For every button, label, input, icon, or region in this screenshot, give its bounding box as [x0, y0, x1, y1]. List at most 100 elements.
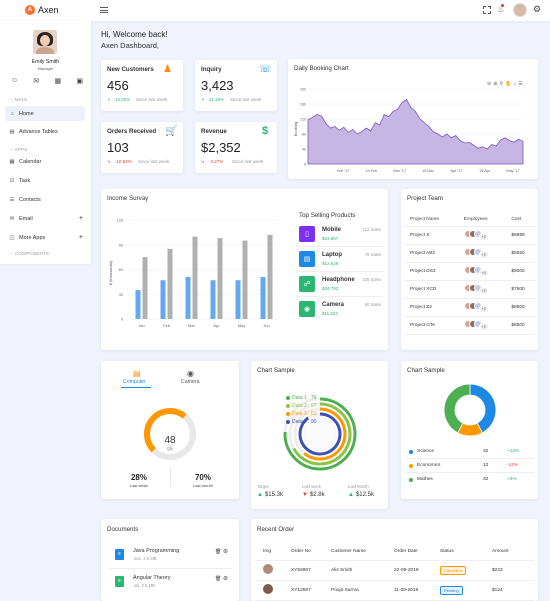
column-header: Project Name	[404, 213, 458, 227]
income-survay-card: Income Survay 120 90 60 30 0 Jan Feb Mar Apr May J…	[101, 189, 388, 350]
table-row[interactable]: Project X +2 $8999	[404, 226, 535, 245]
legend-dot	[409, 450, 413, 454]
more-count: +2	[478, 232, 489, 241]
project-team-table: Project Name Employees Cost Project X +2…	[404, 213, 535, 335]
document-item[interactable]: ≡ Java Programming .doc, 4.5 MB 🗑 ⊛	[109, 543, 231, 569]
sidebar-item-label: Advance Tables	[19, 128, 58, 135]
legend-item: Data 1 : 76	[286, 394, 316, 402]
table-row[interactable]: Project AB2 +2 $5550	[404, 244, 535, 263]
sidebar-item-home[interactable]: ⌂ Home	[5, 106, 85, 121]
download-icon[interactable]: ⊛	[223, 548, 228, 555]
download-icon[interactable]: ⊛	[223, 575, 228, 582]
product-sales: 112 Sales	[362, 227, 381, 232]
y-tick-label: 60	[119, 268, 123, 272]
chart-sample-donut-card: Chart Sample Science 32 +12% Economics 1…	[401, 361, 538, 499]
stat-card-new-customers: New Customers ♟ 456 ➚ 10.32% Since last …	[101, 60, 183, 111]
product-name: Laptop	[322, 252, 342, 258]
lock-icon[interactable]: ▣	[76, 77, 83, 85]
order-amount: $223	[484, 560, 534, 581]
arrow-down-icon: ▼	[302, 492, 308, 498]
document-meta: .doc, 4.5 MB	[133, 556, 157, 561]
user-avatar[interactable]	[513, 3, 527, 17]
sidebar-item-contacts[interactable]: ☰ Contacts	[5, 192, 85, 207]
project-cost: $9000	[505, 262, 535, 281]
stat-title: Orders Received	[107, 128, 157, 135]
gauge-value: 48	[164, 435, 176, 446]
footer-stat: ▲ $12.5k	[348, 492, 374, 498]
sidebar-item-task[interactable]: ☑ Task	[5, 173, 85, 188]
mail-icon[interactable]: ✉	[33, 77, 39, 85]
stat-change: -10.64%	[115, 159, 132, 164]
footer-label: Last week	[302, 484, 321, 489]
sidebar-item-more-apps[interactable]: ◫ More Apps +	[5, 230, 85, 245]
table-row[interactable]: Project GTe +2 $8500	[404, 316, 535, 335]
footer-label: Target	[257, 484, 269, 489]
income-bar	[160, 280, 166, 319]
column-header: Img	[255, 543, 283, 561]
product-name: Headphone	[322, 277, 355, 283]
product-price: $12,629	[322, 261, 339, 266]
stat-value: 103	[107, 140, 129, 155]
calendar-icon[interactable]: ▦	[55, 77, 62, 85]
table-row[interactable]: XY56987 Alis Smith 22-09-2019 Cancelled …	[255, 560, 534, 581]
income-bar	[217, 238, 223, 319]
profile-name: Emily Smith	[31, 59, 60, 65]
product-item-headphone[interactable]: ☍ Headphone $34,792 225 Sales	[296, 272, 383, 297]
top-products-title: Top Selling Products	[299, 212, 356, 219]
sidebar-item-calendar[interactable]: ▦ Calendar	[5, 154, 85, 169]
more-count: +2	[478, 286, 489, 295]
apps-icon: ◫	[9, 234, 15, 241]
table-row[interactable]: Project Z2 +2 $8500	[404, 298, 535, 317]
table-row[interactable]: Project XCD +2 $7500	[404, 280, 535, 299]
stat-card-revenue: Revenue $ $2,352 ➘ -4.27% Since last wee…	[195, 122, 277, 173]
expand-plus-icon[interactable]: +	[79, 234, 83, 241]
sidebar-item-email[interactable]: ✉ Email +	[5, 211, 85, 226]
trend-down-icon: ➘	[107, 159, 111, 164]
sidebar-item-label: Calendar	[19, 158, 42, 165]
welcome-title: Hi, Welcome back!	[101, 30, 168, 39]
table-row[interactable]: XY12587 Pooja Sarma 11-09-2019 Pending $…	[255, 580, 534, 601]
product-item-laptop[interactable]: ▤ Laptop $12,629 76 Sales	[296, 247, 383, 272]
y-tick-label: 0	[121, 318, 123, 322]
delete-icon[interactable]: 🗑	[215, 549, 221, 555]
table-row[interactable]: Project DS3 +4 $9000	[404, 262, 535, 281]
product-name: Camera	[322, 302, 345, 308]
top-products-list: ▯ Mobile $24,897 112 Sales ▤ Laptop $12,…	[296, 222, 383, 322]
home-icon: ⌂	[10, 110, 14, 117]
fullscreen-icon[interactable]	[483, 6, 491, 14]
dollar-icon: $	[262, 125, 269, 137]
donut-legend-table: Science 32 +12% Economics 12 -12% Mathes…	[405, 445, 534, 487]
product-item-camera[interactable]: ◉ Camera $11,523 90 Sales	[296, 297, 383, 322]
income-grid	[129, 219, 279, 320]
legend-change: -12%	[507, 463, 519, 468]
menu-toggle-icon[interactable]	[100, 7, 108, 13]
calendar-icon: ▦	[9, 158, 15, 165]
column-header: Amount	[484, 543, 534, 561]
footer-value: $12.5k	[355, 492, 374, 498]
legend-value: 32	[483, 449, 489, 454]
order-date: 11-09-2019	[386, 580, 432, 601]
delete-icon[interactable]: 🗑	[215, 576, 221, 582]
legend-dot	[286, 412, 290, 416]
y-tick-label: 120	[300, 118, 306, 122]
column-header: Customer Name	[323, 543, 386, 561]
expand-plus-icon[interactable]: +	[79, 215, 83, 222]
product-item-mobile[interactable]: ▯ Mobile $24,897 112 Sales	[296, 222, 383, 247]
table-icon: ▤	[9, 128, 15, 135]
y-tick-label: 80	[302, 133, 306, 137]
project-cost: $8500	[505, 298, 535, 317]
document-item[interactable]: ≡ Angular Theory .xls, 2.5 MB 🗑 ⊛	[109, 570, 231, 596]
section-main: -- MAIN	[10, 97, 27, 102]
x-tick-label: Jan	[138, 323, 144, 328]
sidebar-item-advance-tables[interactable]: ▤ Advance Tables	[5, 124, 85, 139]
income-bar	[235, 280, 241, 319]
stat-title: Revenue	[201, 128, 227, 135]
users-icon: ♟	[163, 64, 172, 75]
stat-note: Since last week	[230, 97, 262, 102]
footer-stat: ▲ $15.3k	[257, 492, 283, 498]
stat-value: $2,352	[201, 140, 241, 155]
footer-label: Last Month	[348, 484, 369, 489]
income-bars	[135, 234, 273, 319]
settings-gear-icon[interactable]: ⚙	[533, 4, 541, 15]
account-icon[interactable]: ☺	[11, 77, 18, 85]
